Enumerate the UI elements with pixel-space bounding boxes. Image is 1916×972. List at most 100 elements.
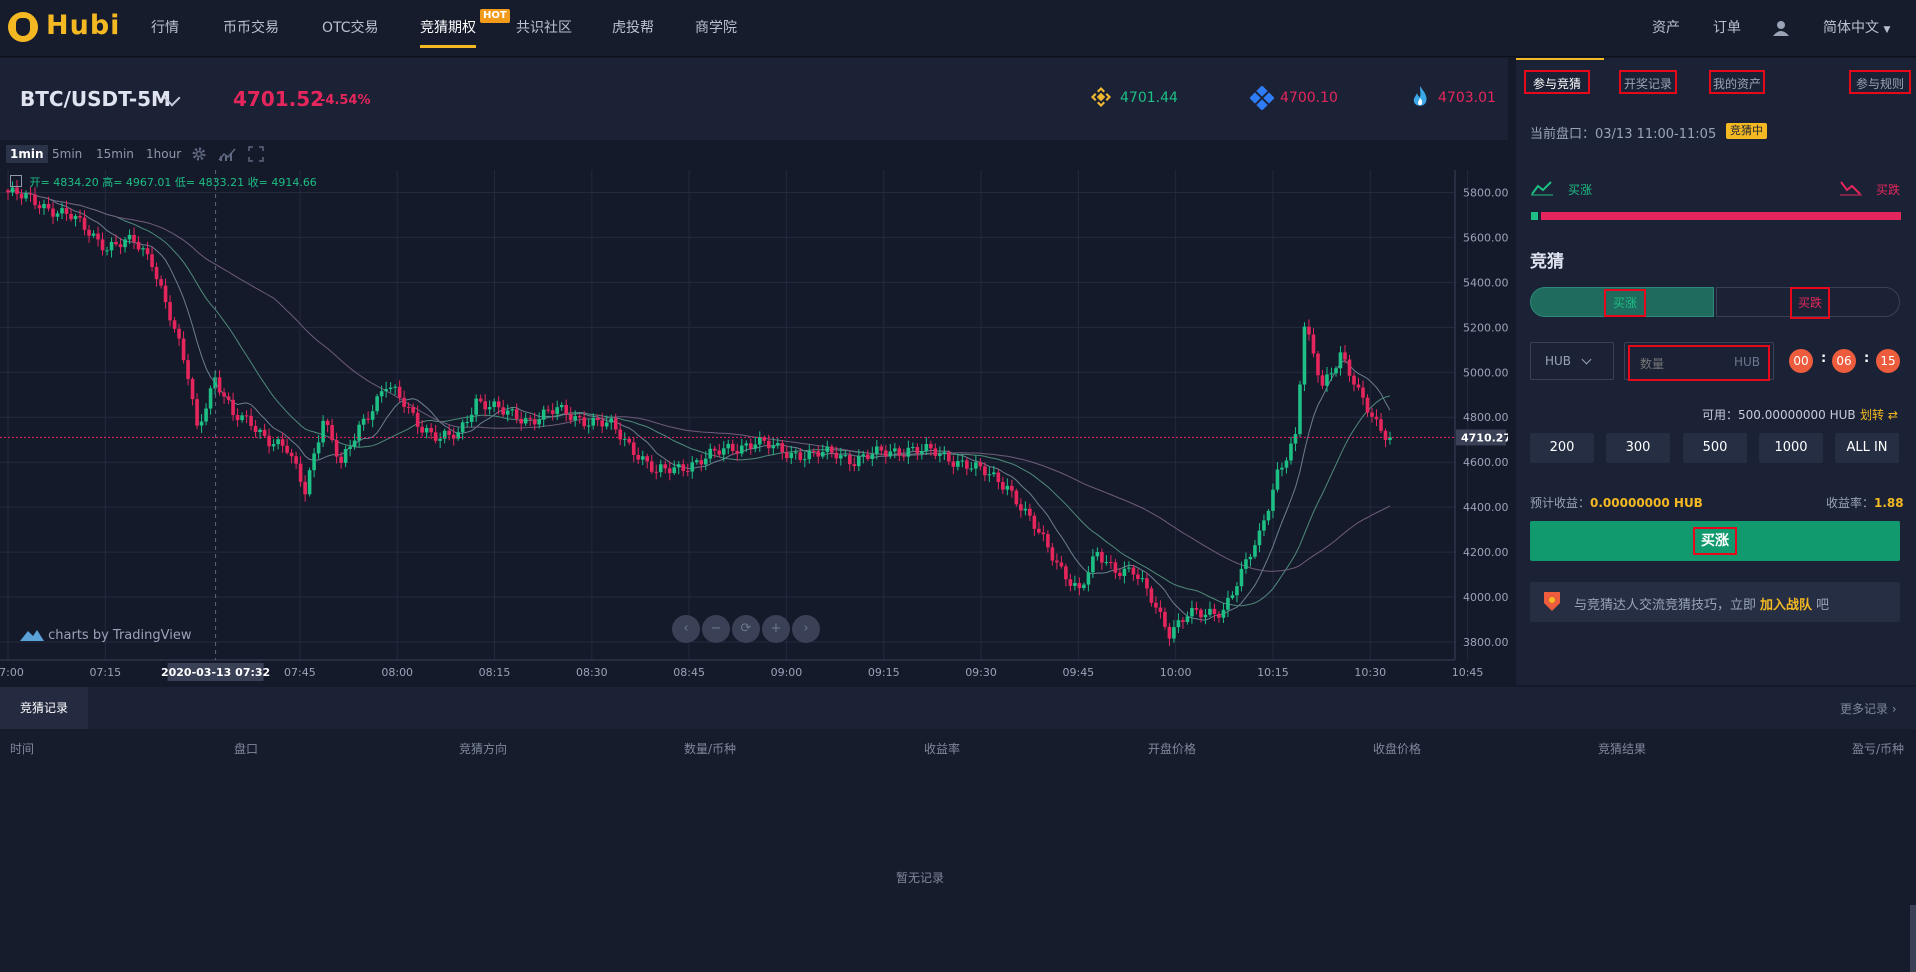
tab-bet-records[interactable]: 竞猜记录	[0, 687, 88, 729]
records-section	[0, 687, 1916, 972]
candle-body	[213, 377, 217, 389]
candlestick-chart[interactable]: 5800.00 5600.00 5400.00 5200.00 5000.00 4800.…	[0, 170, 1508, 685]
candle-body	[1028, 508, 1032, 516]
trend-down-icon	[1840, 181, 1862, 196]
nav-tiger-invest[interactable]: 虎投帮	[612, 0, 654, 56]
all-in-button[interactable]: ALL IN	[1835, 433, 1899, 463]
available-balance: 可用：500.00000000 HUB	[1702, 408, 1856, 422]
candle-body	[1064, 566, 1068, 580]
tradingview-watermark[interactable]: charts by TradingView	[20, 627, 191, 643]
language-selector[interactable]: 简体中文 ▼	[1823, 0, 1890, 56]
trading-pair-title[interactable]: BTC/USDT-5M	[20, 87, 171, 111]
toggle-rise-label[interactable]: 买涨	[1604, 289, 1646, 317]
amount-field[interactable]: HUB	[1628, 345, 1770, 381]
scroll-right-button[interactable]: ›	[792, 615, 820, 643]
nav-academy[interactable]: 商学院	[695, 0, 737, 56]
toggle-fall-label[interactable]: 买跌	[1790, 287, 1830, 319]
timeframe-5min[interactable]: 5min	[48, 145, 86, 163]
candle-body	[591, 418, 596, 426]
caret-down-icon: ▼	[1883, 25, 1891, 35]
nav-assets[interactable]: 资产	[1652, 0, 1680, 56]
y-tick-label: 5800.00	[1463, 186, 1508, 199]
col-close-price: 收盘价格	[1373, 742, 1422, 756]
hover-time-label: 2020-03-13 07:32	[161, 666, 270, 679]
fullscreen-icon[interactable]	[248, 146, 264, 162]
join-team-link[interactable]: 加入战队	[1760, 598, 1812, 613]
amount-300-button[interactable]: 300	[1606, 433, 1670, 463]
user-avatar-icon[interactable]	[1773, 20, 1789, 36]
currency-label: HUB	[1545, 354, 1572, 368]
x-tick-label: 10:30	[1354, 666, 1386, 679]
indicators-icon[interactable]	[218, 146, 236, 162]
candle-body	[1095, 551, 1100, 557]
candle-body	[424, 428, 429, 433]
col-open-price: 开盘价格	[1148, 742, 1197, 756]
candle-body	[807, 450, 812, 460]
candle-body	[24, 193, 28, 199]
banner-text: 与竞猜达人交流竞猜技巧，立即	[1574, 598, 1757, 613]
tab-participate[interactable]: 参与竞猜	[1524, 70, 1590, 94]
nav-market[interactable]: 行情	[151, 0, 179, 56]
timeframe-1hour[interactable]: 1hour	[142, 145, 185, 163]
tab-my-assets[interactable]: 我的资产	[1709, 70, 1765, 94]
tab-draw-records[interactable]: 开奖记录	[1619, 70, 1677, 94]
candle-body	[217, 377, 222, 393]
candle-body	[172, 320, 177, 329]
nav-spot-trading[interactable]: 币币交易	[223, 0, 279, 56]
candle-body	[1203, 614, 1208, 618]
zoom-out-button[interactable]: −	[702, 615, 730, 643]
candle-body	[573, 416, 578, 421]
ohlc-readout: 开= 4834.20 高= 4967.01 低= 4833.21 收= 4914…	[10, 174, 317, 190]
brand-logo-text[interactable]: Hubi	[46, 10, 120, 41]
buy-rise-label[interactable]: 买涨	[1693, 527, 1737, 555]
amount-500-button[interactable]: 500	[1683, 433, 1747, 463]
timeframe-1min[interactable]: 1min	[6, 145, 48, 163]
currency-select[interactable]: HUB	[1530, 342, 1614, 380]
hubi-logo-icon[interactable]	[8, 12, 38, 42]
y-tick-label: 5200.00	[1463, 321, 1508, 334]
candle-body	[1253, 545, 1257, 557]
candle-body	[658, 464, 663, 473]
candle-body	[1356, 384, 1361, 388]
sentiment-rise-fill	[1531, 212, 1542, 220]
candle-body	[1100, 551, 1104, 563]
candle-body	[1248, 556, 1253, 560]
candle-body	[352, 440, 357, 447]
candle-body	[226, 396, 231, 400]
candle-body	[339, 456, 343, 463]
candle-body	[933, 448, 938, 456]
transfer-link[interactable]: 划转 ⇄	[1860, 406, 1898, 423]
nav-community[interactable]: 共识社区	[516, 0, 572, 56]
price-change: -4.54%	[320, 93, 371, 108]
candle-body	[1055, 560, 1059, 563]
scroll-left-button[interactable]: ‹	[672, 615, 700, 643]
candle-body	[852, 464, 857, 467]
crosshair-toggle-icon[interactable]	[10, 175, 22, 187]
tab-rules[interactable]: 参与规则	[1849, 70, 1911, 94]
team-banner-text: 与竞猜达人交流竞猜技巧，立即 加入战队吧	[1574, 594, 1829, 613]
candle-body	[1275, 469, 1280, 490]
amount-200-button[interactable]: 200	[1530, 433, 1594, 463]
zoom-in-button[interactable]: +	[762, 615, 790, 643]
reset-button[interactable]: ⟳	[732, 615, 760, 643]
candle-body	[618, 429, 623, 440]
candle-body	[406, 406, 411, 408]
candle-body	[1343, 352, 1347, 360]
amount-input[interactable]	[1638, 353, 1722, 375]
candle-body	[46, 203, 51, 209]
y-tick-label: 4000.00	[1463, 591, 1508, 604]
nav-orders[interactable]: 订单	[1713, 0, 1741, 56]
sentiment-bar	[1531, 212, 1901, 220]
scrollbar-thumb[interactable]	[1910, 905, 1916, 972]
candle-body	[496, 401, 501, 408]
nav-otc[interactable]: OTC交易	[322, 0, 379, 56]
timeframe-15min[interactable]: 15min	[92, 145, 138, 163]
candle-body	[929, 444, 933, 449]
candle-body	[105, 250, 109, 252]
candle-body	[636, 454, 641, 460]
more-records-link[interactable]: 更多记录 ›	[1840, 700, 1897, 717]
gear-icon[interactable]	[191, 146, 207, 162]
amount-unit: HUB	[1733, 355, 1760, 369]
x-tick-label: 07:45	[284, 666, 316, 679]
amount-1000-button[interactable]: 1000	[1759, 433, 1823, 463]
